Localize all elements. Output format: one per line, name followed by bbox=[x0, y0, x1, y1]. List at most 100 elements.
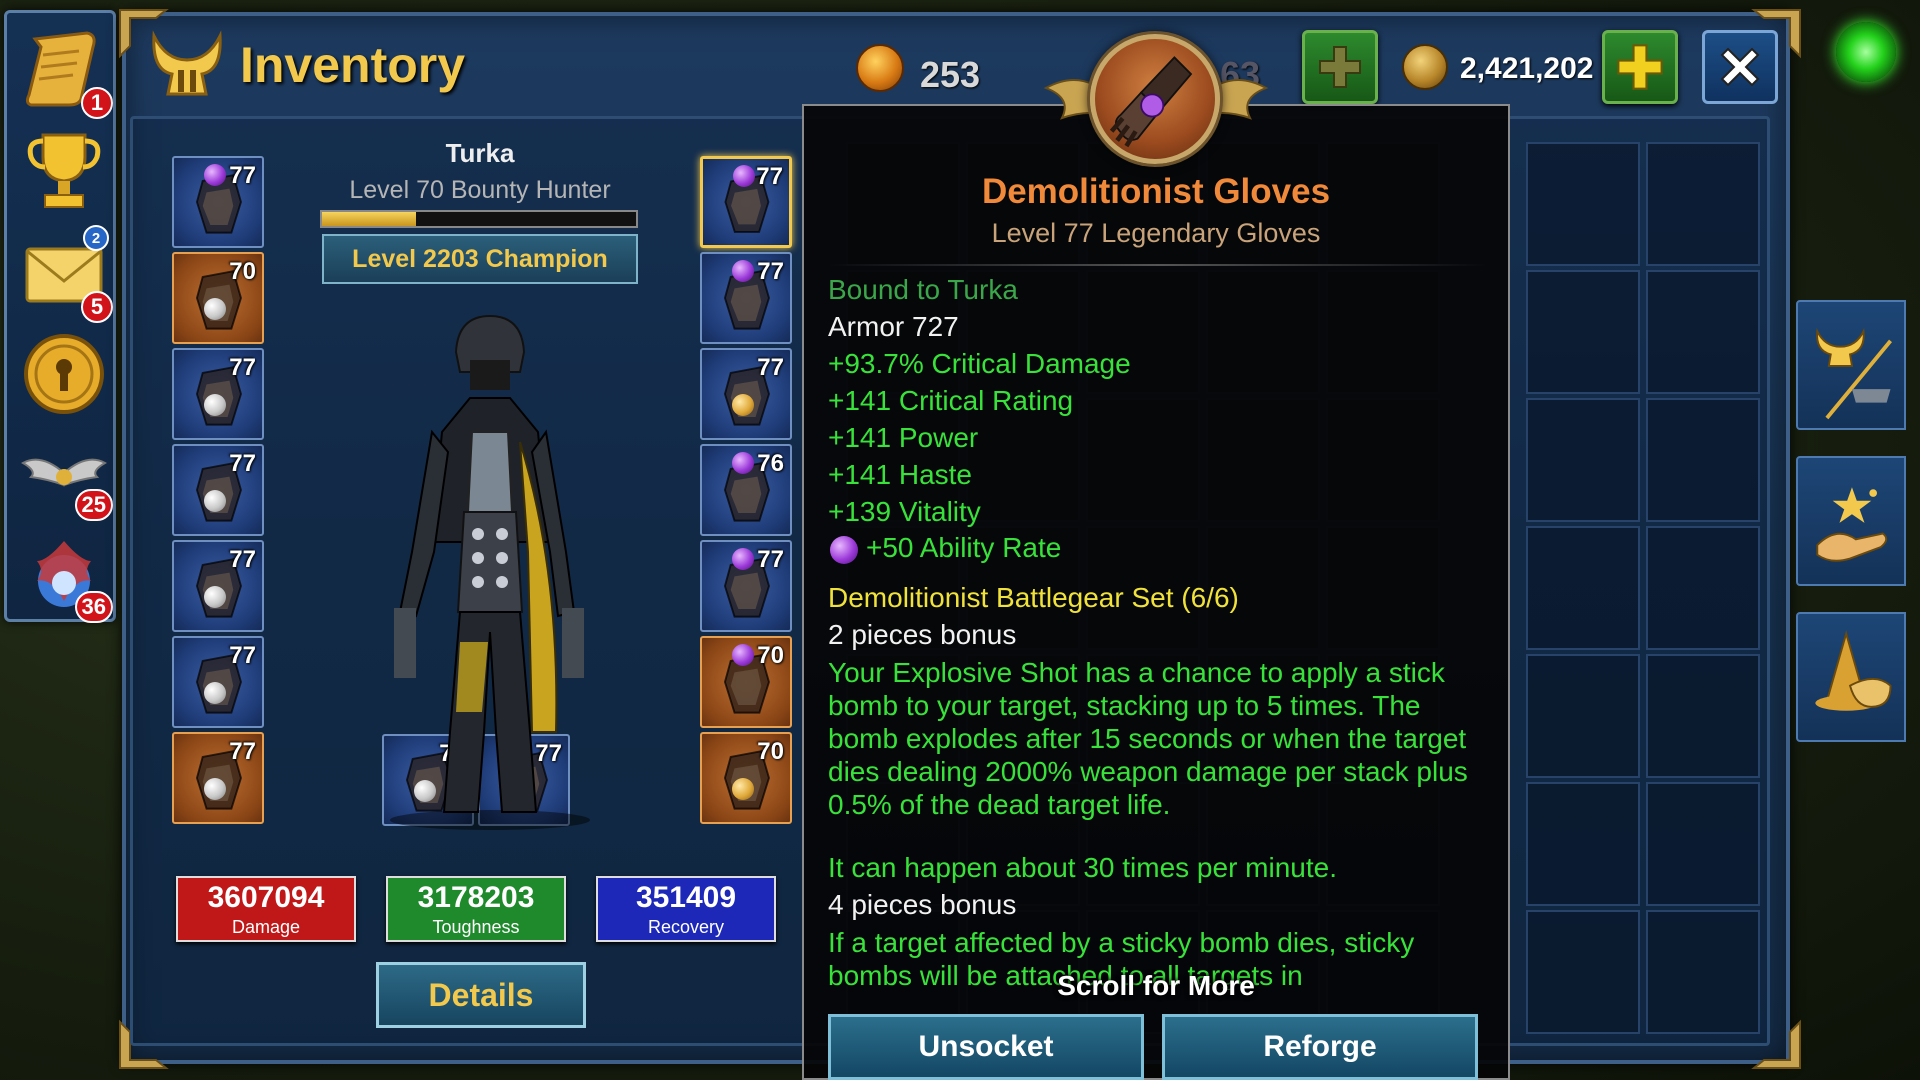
white-gem-icon bbox=[204, 586, 226, 608]
character-class: Level 70 Bounty Hunter bbox=[349, 176, 611, 204]
slot-amulet[interactable]: 70 bbox=[172, 252, 264, 344]
mail-blue-badge: 2 bbox=[83, 225, 109, 251]
inventory-slot[interactable] bbox=[1646, 142, 1760, 266]
white-gem-icon bbox=[204, 394, 226, 416]
slot-level: 77 bbox=[756, 163, 783, 190]
details-button[interactable]: Details bbox=[376, 962, 586, 1028]
wings-icon[interactable]: 25 bbox=[20, 433, 113, 521]
mail-icon[interactable]: 2 5 bbox=[21, 225, 113, 323]
slot-level: 77 bbox=[757, 258, 784, 285]
inventory-slot[interactable] bbox=[1646, 398, 1760, 522]
helmet-anvil-icon bbox=[1816, 327, 1892, 420]
set-name: Demolitionist Battlegear Set (6/6) bbox=[828, 582, 1239, 613]
damage-stat: 3607094 Damage bbox=[176, 876, 356, 942]
green-orb-icon[interactable] bbox=[1836, 22, 1896, 82]
inventory-slot[interactable] bbox=[1526, 398, 1640, 522]
slot-chest[interactable]: 77 bbox=[172, 444, 264, 536]
hat-mask-icon bbox=[1815, 630, 1892, 711]
slot-gloves[interactable]: 77 bbox=[700, 156, 792, 248]
quest-scroll-icon[interactable]: 1 bbox=[21, 25, 113, 119]
item-name: Demolitionist Gloves bbox=[981, 172, 1331, 211]
inventory-slot[interactable] bbox=[1526, 270, 1640, 394]
inventory-slot[interactable] bbox=[1646, 782, 1760, 906]
bonus-2-header: 2 pieces bonus bbox=[828, 619, 1017, 650]
purple-gem-icon bbox=[732, 644, 754, 666]
recovery-stat: 351409 Recovery bbox=[596, 876, 776, 942]
slot-shoulders[interactable]: 77 bbox=[172, 348, 264, 440]
slot-offhand[interactable]: 77 bbox=[172, 732, 264, 824]
slot-level: 77 bbox=[757, 354, 784, 381]
trophy-icon[interactable] bbox=[21, 127, 107, 213]
inventory-slot[interactable] bbox=[1526, 782, 1640, 906]
champion-level-button[interactable]: Level 2203 Champion bbox=[322, 234, 638, 284]
tab-skills[interactable] bbox=[1796, 456, 1906, 586]
scroll-hint[interactable]: Scroll for More bbox=[806, 970, 1506, 1002]
item-subtitle: Level 77 Legendary Gloves bbox=[991, 218, 1321, 248]
inventory-slot[interactable] bbox=[1526, 526, 1640, 650]
slot-level: 77 bbox=[229, 642, 256, 669]
toughness-value: 3178203 bbox=[417, 881, 535, 914]
slot-level: 77 bbox=[229, 546, 256, 573]
purple-gem-icon bbox=[204, 164, 226, 186]
fireball-icon[interactable]: 36 bbox=[21, 531, 113, 623]
stat-line: +141 Critical Rating bbox=[828, 385, 1074, 416]
plus-icon bbox=[1319, 46, 1361, 88]
tab-equipment[interactable] bbox=[1796, 300, 1906, 430]
purple-gem-icon bbox=[732, 452, 754, 474]
slot-level: 77 bbox=[757, 546, 784, 573]
slot-pants[interactable]: 76 bbox=[700, 444, 792, 536]
armor-text: Armor 727 bbox=[828, 311, 959, 342]
slot-ring-2[interactable]: 70 bbox=[700, 732, 792, 824]
add-gold-button[interactable] bbox=[1602, 30, 1678, 104]
toughness-stat: 3178203 Toughness bbox=[386, 876, 566, 942]
stat-line: +141 Haste bbox=[828, 459, 972, 490]
slot-level: 70 bbox=[757, 642, 784, 669]
orb-currency-value: 253 bbox=[920, 54, 981, 95]
quests-badge: 1 bbox=[81, 87, 113, 119]
bound-text: Bound to Turka bbox=[828, 274, 1018, 305]
inventory-slot[interactable] bbox=[1646, 910, 1760, 1034]
slot-ring-1[interactable]: 70 bbox=[700, 636, 792, 728]
reforge-button[interactable]: Reforge bbox=[1162, 1014, 1478, 1080]
xp-bar-fill bbox=[322, 212, 417, 226]
lock-coin-icon[interactable] bbox=[21, 331, 107, 417]
bonus-4-header: 4 pieces bonus bbox=[828, 889, 1017, 920]
slot-cloak[interactable]: 77 bbox=[172, 540, 264, 632]
slot-boots[interactable]: 77 bbox=[700, 540, 792, 632]
inventory-slot[interactable] bbox=[1526, 910, 1640, 1034]
gold-gem-icon bbox=[732, 394, 754, 416]
socket-stat-line: +50 Ability Rate bbox=[866, 532, 1062, 563]
inventory-slot[interactable] bbox=[1646, 654, 1760, 778]
slot-level: 77 bbox=[229, 162, 256, 189]
inventory-slot[interactable] bbox=[1526, 142, 1640, 266]
wings-badge: 25 bbox=[74, 489, 113, 521]
fireball-badge: 36 bbox=[74, 591, 113, 623]
damage-value: 3607094 bbox=[207, 881, 325, 914]
purple-gem-icon bbox=[732, 260, 754, 282]
stat-line: +93.7% Critical Damage bbox=[828, 348, 1131, 379]
gloves-item-icon bbox=[1090, 34, 1220, 164]
purple-gem-icon bbox=[732, 548, 754, 570]
add-orb-currency-button[interactable] bbox=[1302, 30, 1378, 104]
inventory-slot[interactable] bbox=[1646, 270, 1760, 394]
xp-bar bbox=[320, 210, 638, 228]
slot-bracers[interactable]: 77 bbox=[700, 252, 792, 344]
slot-helm[interactable]: 77 bbox=[172, 156, 264, 248]
tab-costume[interactable] bbox=[1796, 612, 1906, 742]
left-sidebar: 1 2 5 25 36 bbox=[4, 10, 116, 623]
slot-relic[interactable]: 77 bbox=[172, 636, 264, 728]
inventory-slot[interactable] bbox=[1646, 526, 1760, 650]
white-gem-icon bbox=[204, 298, 226, 320]
gold-currency-value: 2,421,202 bbox=[1460, 52, 1594, 85]
slot-level: 70 bbox=[757, 738, 784, 765]
slot-belt[interactable]: 77 bbox=[700, 348, 792, 440]
slot-level: 77 bbox=[229, 354, 256, 381]
gold-gem-icon bbox=[732, 778, 754, 800]
horned-helmet-icon bbox=[148, 30, 226, 104]
magic-hand-icon bbox=[1816, 487, 1888, 562]
inventory-slot[interactable] bbox=[1526, 654, 1640, 778]
unsocket-button[interactable]: Unsocket bbox=[828, 1014, 1144, 1080]
toughness-label: Toughness bbox=[432, 917, 520, 937]
close-button[interactable] bbox=[1702, 30, 1778, 104]
page-title: Inventory bbox=[240, 37, 466, 93]
